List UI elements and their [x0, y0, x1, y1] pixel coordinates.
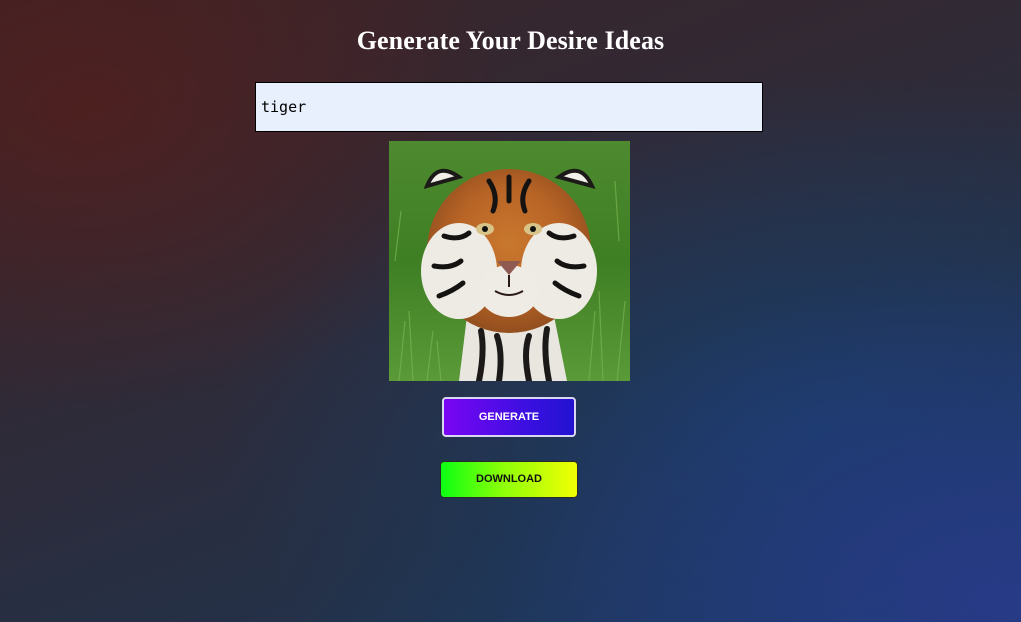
generate-button[interactable]: GENERATE: [442, 397, 576, 437]
page-title: Generate Your Desire Ideas: [356, 26, 665, 55]
prompt-input[interactable]: [255, 82, 763, 132]
download-button[interactable]: DOWNLOAD: [440, 461, 578, 498]
tiger-image: [389, 141, 630, 381]
generated-image: [389, 141, 630, 381]
